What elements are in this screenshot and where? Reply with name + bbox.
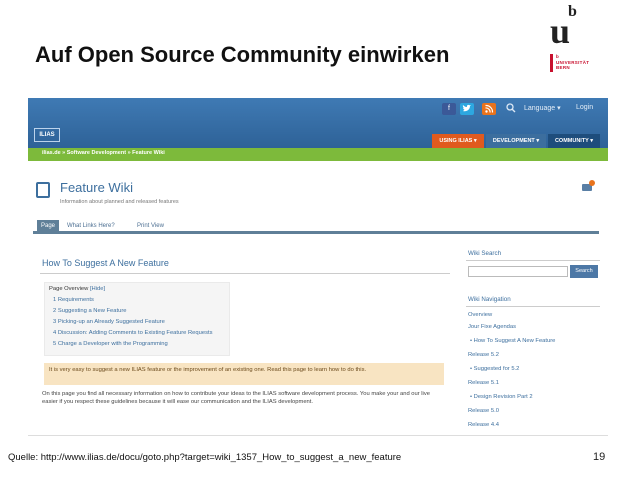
ilias-logo[interactable]: ILIAS [34, 128, 60, 142]
facebook-icon[interactable]: f [442, 103, 456, 115]
wiki-subtitle: Information about planned and released f… [60, 199, 179, 205]
sidebar-link[interactable]: Overview [468, 312, 492, 318]
website-screenshot: ILIAS f Language ▾ Login USING ILIAS ▾ D… [28, 98, 608, 436]
wiki-icon [36, 182, 50, 198]
sidebar-divider [466, 260, 600, 261]
sidebar-link[interactable]: • How To Suggest A New Feature [470, 338, 555, 344]
tab-page[interactable]: Page [37, 220, 59, 232]
university-bern-logo: ub b UNIVERSITÄT BERN [548, 3, 628, 88]
slide-title: Auf Open Source Community einwirken [35, 42, 450, 67]
page-heading: How To Suggest A New Feature [42, 258, 169, 268]
overview-item[interactable]: 3 Picking-up an Already Suggested Featur… [53, 319, 165, 325]
breadcrumb[interactable]: ilias.de » Software Development » Featur… [42, 150, 165, 156]
sidebar-link[interactable]: Release 4.4 [468, 422, 499, 428]
breadcrumb-bar: ilias.de » Software Development » Featur… [28, 148, 608, 161]
sidebar-link[interactable]: Release 5.0 [468, 408, 499, 414]
sidebar-link[interactable]: Release 5.2 [468, 352, 499, 358]
nav-using-ilias[interactable]: USING ILIAS ▾ [432, 134, 484, 148]
body-paragraph: On this page you find all necessary info… [42, 391, 430, 405]
language-menu[interactable]: Language ▾ [524, 104, 561, 112]
sidebar-link[interactable]: • Suggested for 5.2 [470, 366, 519, 372]
tab-bar: Page What Links Here? Print View [33, 218, 599, 234]
source-citation: Quelle: http://www.ilias.de/docu/goto.ph… [8, 452, 402, 463]
info-notice-text: It is very easy to suggest a new ILIAS f… [49, 367, 367, 373]
page-overview-title: Page Overview [Hide] [49, 286, 106, 292]
twitter-icon[interactable] [460, 103, 474, 115]
overview-item[interactable]: 2 Suggesting a New Feature [53, 308, 126, 314]
overview-item[interactable]: 1 Requirements [53, 297, 94, 303]
tab-print-view[interactable]: Print View [137, 220, 164, 232]
sidebar-link[interactable]: • Design Revision Part 2 [470, 394, 533, 400]
wiki-navigation-title: Wiki Navigation [468, 296, 511, 303]
wiki-search-title: Wiki Search [468, 250, 502, 257]
notification-badge [589, 180, 595, 186]
logo-mark: ub [550, 3, 577, 51]
heading-divider [40, 273, 450, 274]
info-notice: It is very easy to suggest a new ILIAS f… [44, 363, 444, 385]
page-number: 19 [593, 451, 606, 463]
sidebar-link[interactable]: Release 5.1 [468, 380, 499, 386]
nav-development[interactable]: DEVELOPMENT ▾ [486, 134, 546, 148]
hide-link[interactable]: [Hide] [90, 286, 105, 292]
login-link[interactable]: Login [576, 104, 593, 111]
wiki-search-input[interactable] [468, 266, 568, 277]
sidebar-link[interactable]: Jour Fixe Agendas [468, 324, 516, 330]
rss-icon[interactable] [482, 103, 496, 115]
search-icon[interactable] [504, 102, 518, 115]
wiki-search-button[interactable]: Search [570, 265, 598, 278]
logo-red-line [550, 54, 553, 72]
overview-item[interactable]: 4 Discussion: Adding Comments to Existin… [53, 330, 213, 336]
nav-community[interactable]: COMMUNITY ▾ [548, 134, 600, 148]
tab-what-links-here[interactable]: What Links Here? [67, 220, 115, 232]
wiki-title: Feature Wiki [60, 180, 133, 195]
sidebar-divider [466, 306, 600, 307]
page-overview: Page Overview [Hide] 1 Requirements 2 Su… [44, 282, 230, 356]
logo-text: b UNIVERSITÄT BERN [556, 54, 590, 70]
overview-item[interactable]: 5 Charge a Developer with the Programmin… [53, 341, 168, 347]
